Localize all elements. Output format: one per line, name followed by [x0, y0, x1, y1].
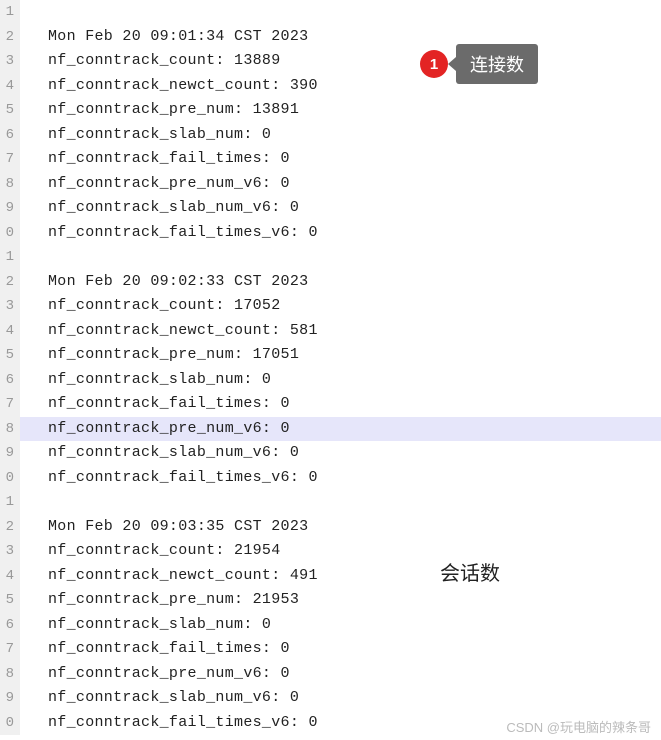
code-line[interactable]: nf_conntrack_pre_num_v6: 0 [48, 172, 661, 197]
code-line[interactable]: nf_conntrack_slab_num_v6: 0 [48, 441, 661, 466]
line-number: 5 [0, 98, 14, 123]
line-number: 9 [0, 686, 14, 711]
line-number: 2 [0, 25, 14, 50]
line-number: 2 [0, 515, 14, 540]
code-line[interactable]: nf_conntrack_count: 17052 [48, 294, 661, 319]
line-number-gutter: 1 2 3 4 5 6 7 8 9 0 1 2 3 4 5 6 7 8 9 0 … [0, 0, 20, 735]
callout-badge: 1 [420, 50, 448, 78]
line-number: 6 [0, 123, 14, 148]
code-line[interactable]: nf_conntrack_fail_times: 0 [48, 392, 661, 417]
code-line[interactable]: nf_conntrack_count: 13889 [48, 49, 661, 74]
code-line[interactable]: nf_conntrack_slab_num: 0 [48, 368, 661, 393]
code-line[interactable] [48, 490, 661, 515]
line-number: 8 [0, 172, 14, 197]
line-number: 1 [0, 245, 14, 270]
line-number: 6 [0, 368, 14, 393]
line-number: 3 [0, 49, 14, 74]
line-number: 1 [0, 490, 14, 515]
line-number: 2 [0, 270, 14, 295]
code-line[interactable]: nf_conntrack_slab_num_v6: 0 [48, 686, 661, 711]
line-number: 0 [0, 711, 14, 736]
code-line[interactable]: nf_conntrack_pre_num_v6: 0 [48, 662, 661, 687]
code-line[interactable]: nf_conntrack_count: 21954 [48, 539, 661, 564]
code-line[interactable]: nf_conntrack_slab_num_v6: 0 [48, 196, 661, 221]
line-number: 3 [0, 539, 14, 564]
annotation-sessions: 会话数 [440, 557, 500, 586]
code-line[interactable]: nf_conntrack_fail_times_v6: 0 [48, 221, 661, 246]
line-number: 4 [0, 564, 14, 589]
line-number: 8 [0, 417, 14, 442]
line-number: 9 [0, 441, 14, 466]
watermark: CSDN @玩电脑的辣条哥 [506, 717, 651, 736]
code-line[interactable]: nf_conntrack_slab_num: 0 [48, 613, 661, 638]
line-number: 0 [0, 466, 14, 491]
line-number: 8 [0, 662, 14, 687]
line-number: 4 [0, 74, 14, 99]
line-number: 7 [0, 147, 14, 172]
code-line[interactable]: nf_conntrack_fail_times: 0 [48, 637, 661, 662]
line-number: 9 [0, 196, 14, 221]
code-line[interactable]: Mon Feb 20 09:03:35 CST 2023 [48, 515, 661, 540]
code-line[interactable]: Mon Feb 20 09:02:33 CST 2023 [48, 270, 661, 295]
code-line[interactable]: nf_conntrack_fail_times: 0 [48, 147, 661, 172]
code-content[interactable]: Mon Feb 20 09:01:34 CST 2023 nf_conntrac… [20, 0, 661, 735]
callout-label: 连接数 [456, 44, 538, 84]
code-line[interactable]: nf_conntrack_pre_num: 13891 [48, 98, 661, 123]
code-line[interactable]: nf_conntrack_slab_num: 0 [48, 123, 661, 148]
line-number: 4 [0, 319, 14, 344]
line-number: 1 [0, 0, 14, 25]
code-line[interactable]: nf_conntrack_newct_count: 390 [48, 74, 661, 99]
callout-connections: 1 连接数 [420, 44, 538, 84]
line-number: 7 [0, 637, 14, 662]
line-number: 6 [0, 613, 14, 638]
code-line[interactable]: nf_conntrack_newct_count: 491 [48, 564, 661, 589]
code-line[interactable]: nf_conntrack_pre_num: 17051 [48, 343, 661, 368]
code-line-highlighted[interactable]: nf_conntrack_pre_num_v6: 0 [20, 417, 661, 442]
code-editor: 1 2 3 4 5 6 7 8 9 0 1 2 3 4 5 6 7 8 9 0 … [0, 0, 661, 735]
code-line[interactable]: nf_conntrack_fail_times_v6: 0 [48, 466, 661, 491]
code-line[interactable]: Mon Feb 20 09:01:34 CST 2023 [48, 25, 661, 50]
line-number: 3 [0, 294, 14, 319]
code-line[interactable] [48, 245, 661, 270]
code-line[interactable]: nf_conntrack_newct_count: 581 [48, 319, 661, 344]
line-number: 7 [0, 392, 14, 417]
line-number: 0 [0, 221, 14, 246]
line-number: 5 [0, 588, 14, 613]
code-line[interactable]: nf_conntrack_pre_num: 21953 [48, 588, 661, 613]
code-line[interactable] [48, 0, 661, 25]
line-number: 5 [0, 343, 14, 368]
